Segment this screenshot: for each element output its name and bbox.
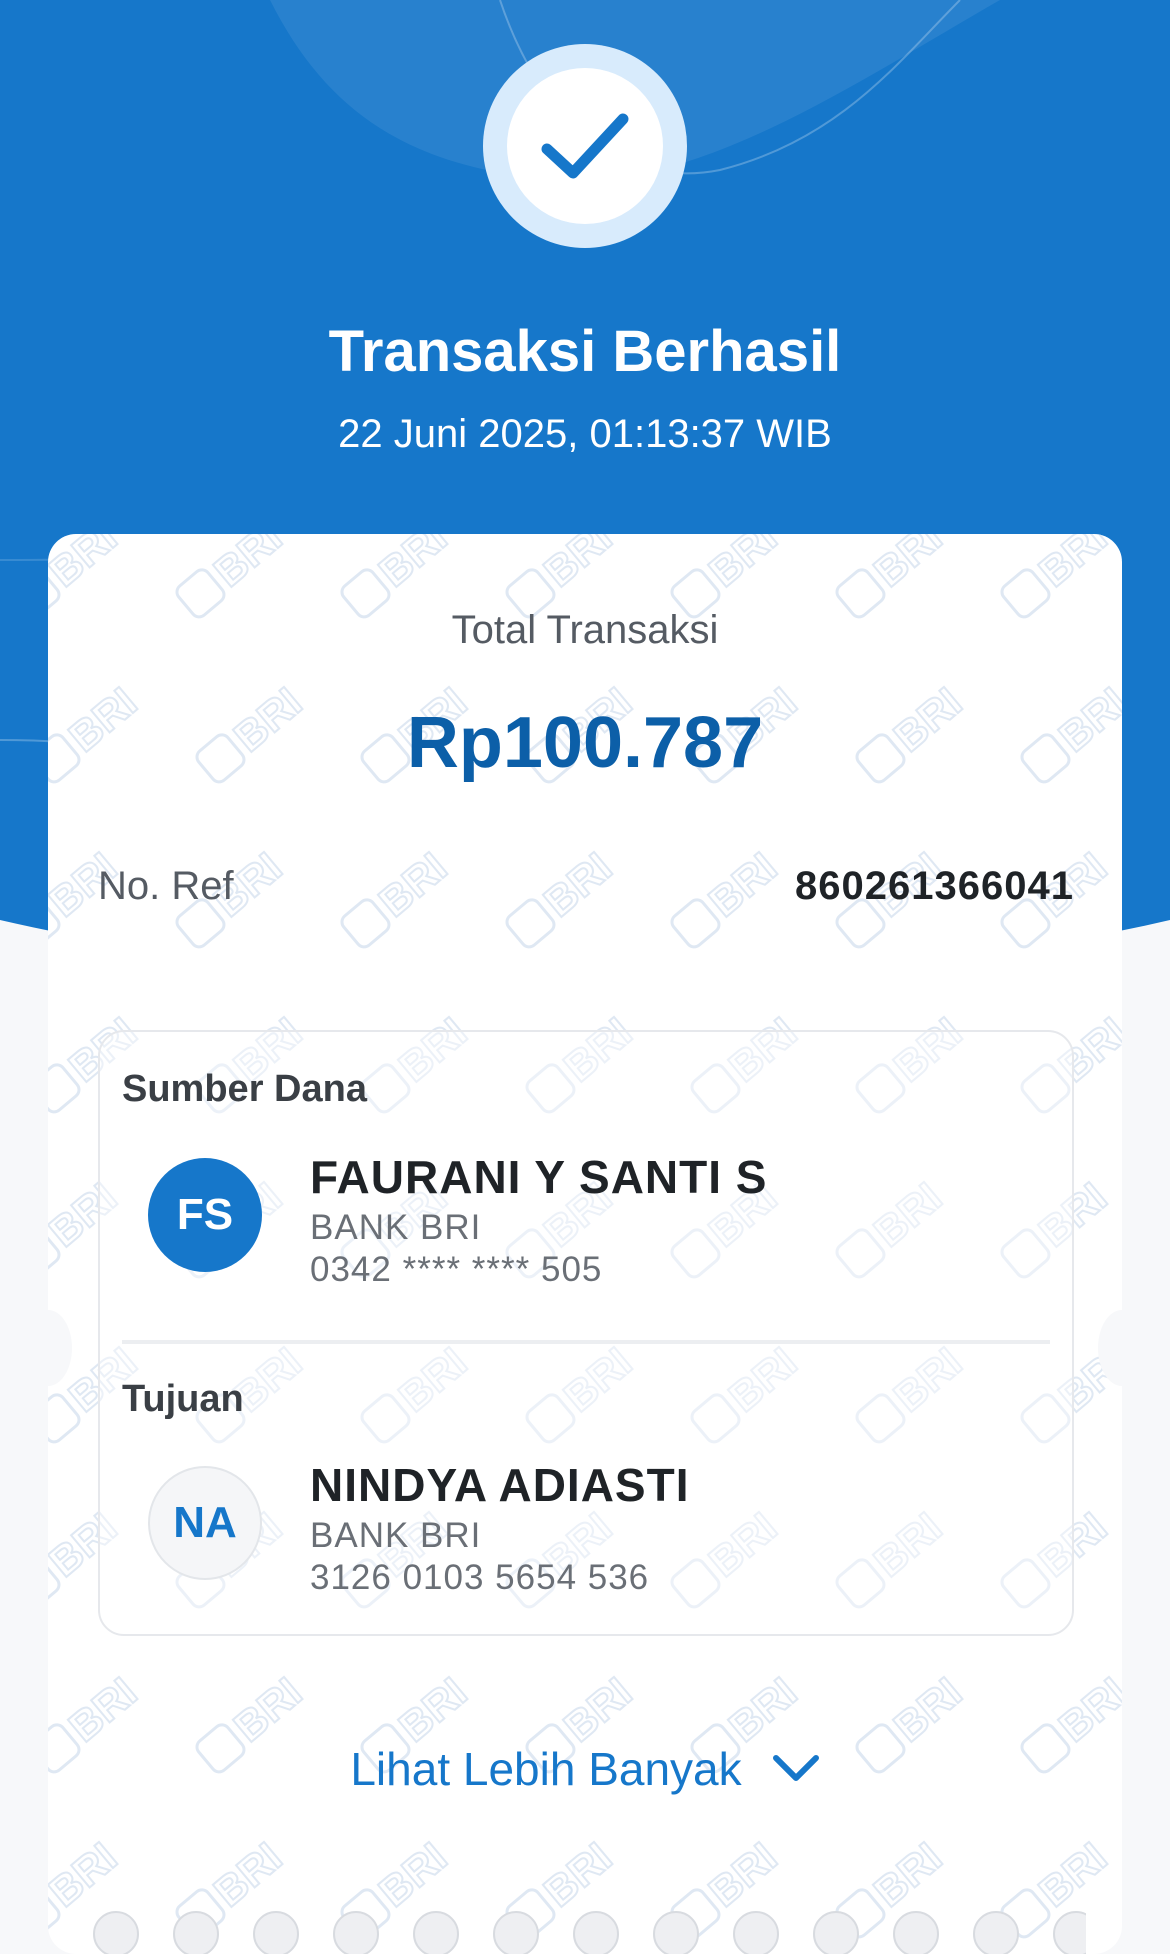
perforation-hole [1053, 1911, 1086, 1954]
source-section-title: Sumber Dana [122, 1068, 367, 1110]
source-avatar: FS [148, 1158, 262, 1272]
svg-text:BRI: BRI [205, 534, 291, 596]
perforation-hole [93, 1911, 139, 1954]
ref-value: 860261366041 [795, 864, 1074, 908]
watermark-logo: BRI [505, 842, 621, 949]
source-bank: BANK BRI [310, 1208, 482, 1247]
svg-text:BRI: BRI [390, 1668, 476, 1751]
svg-text:BRI: BRI [1050, 1668, 1122, 1751]
perforation-hole [173, 1911, 219, 1954]
perforation-hole [413, 1911, 459, 1954]
svg-text:BRI: BRI [1030, 534, 1116, 596]
page-title: Transaksi Berhasil [328, 319, 842, 384]
total-label: Total Transaksi [451, 608, 719, 652]
perforation-hole [813, 1911, 859, 1954]
parties-panel: Sumber Dana FS FAURANI Y SANTI S BANK BR… [98, 1030, 1074, 1636]
svg-text:BRI: BRI [225, 1668, 311, 1751]
destination-section-title: Tujuan [122, 1378, 244, 1420]
total-amount: Rp100.787 [406, 703, 764, 783]
svg-text:BRI: BRI [370, 843, 456, 926]
perforation-hole [253, 1911, 299, 1954]
svg-text:BRI: BRI [720, 1668, 806, 1751]
check-icon [541, 113, 629, 179]
chevron-down-icon [772, 1755, 819, 1781]
section-divider [122, 1340, 1050, 1344]
svg-text:BRI: BRI [60, 1668, 146, 1751]
transaction-datetime: 22 Juni 2025, 01:13:37 WIB [338, 412, 832, 456]
success-badge [483, 44, 687, 248]
right-notch [1098, 1310, 1146, 1386]
left-notch [24, 1310, 72, 1386]
svg-text:BRI: BRI [865, 534, 951, 596]
svg-text:BRI: BRI [700, 843, 786, 926]
svg-text:BRI: BRI [535, 534, 621, 596]
svg-text:BRI: BRI [370, 534, 456, 596]
watermark-logo: BRI [670, 842, 786, 949]
source-account: 0342 **** **** 505 [310, 1250, 603, 1289]
source-name: FAURANI Y SANTI S [310, 1151, 768, 1203]
perforation-hole [653, 1911, 699, 1954]
perforation-hole [893, 1911, 939, 1954]
receipt-card: BRI BRI BRI BRI BRI BRI BRI BRI BRI BRI BRI BRI BRI B… [48, 534, 1122, 1954]
see-more-button[interactable]: Lihat Lebih Banyak [48, 1742, 1122, 1796]
perforation-hole [573, 1911, 619, 1954]
svg-text:BRI: BRI [48, 534, 125, 596]
perforation-hole [493, 1911, 539, 1954]
svg-text:BRI: BRI [535, 843, 621, 926]
perforation-hole [973, 1911, 1019, 1954]
destination-avatar: NA [148, 1466, 262, 1580]
svg-text:BRI: BRI [555, 1668, 641, 1751]
svg-text:BRI: BRI [700, 534, 786, 596]
svg-text:BRI: BRI [885, 1668, 971, 1751]
destination-bank: BANK BRI [310, 1516, 482, 1555]
perforation-hole [733, 1911, 779, 1954]
watermark-logo: BRI [340, 842, 456, 949]
destination-account: 3126 0103 5654 536 [310, 1558, 650, 1597]
success-badge-inner [507, 68, 663, 224]
perforation-edge [93, 1911, 1086, 1954]
destination-name: NINDYA ADIASTI [310, 1459, 690, 1511]
perforation-hole [333, 1911, 379, 1954]
see-more-label: Lihat Lebih Banyak [350, 1743, 742, 1795]
ref-label: No. Ref [98, 864, 234, 908]
